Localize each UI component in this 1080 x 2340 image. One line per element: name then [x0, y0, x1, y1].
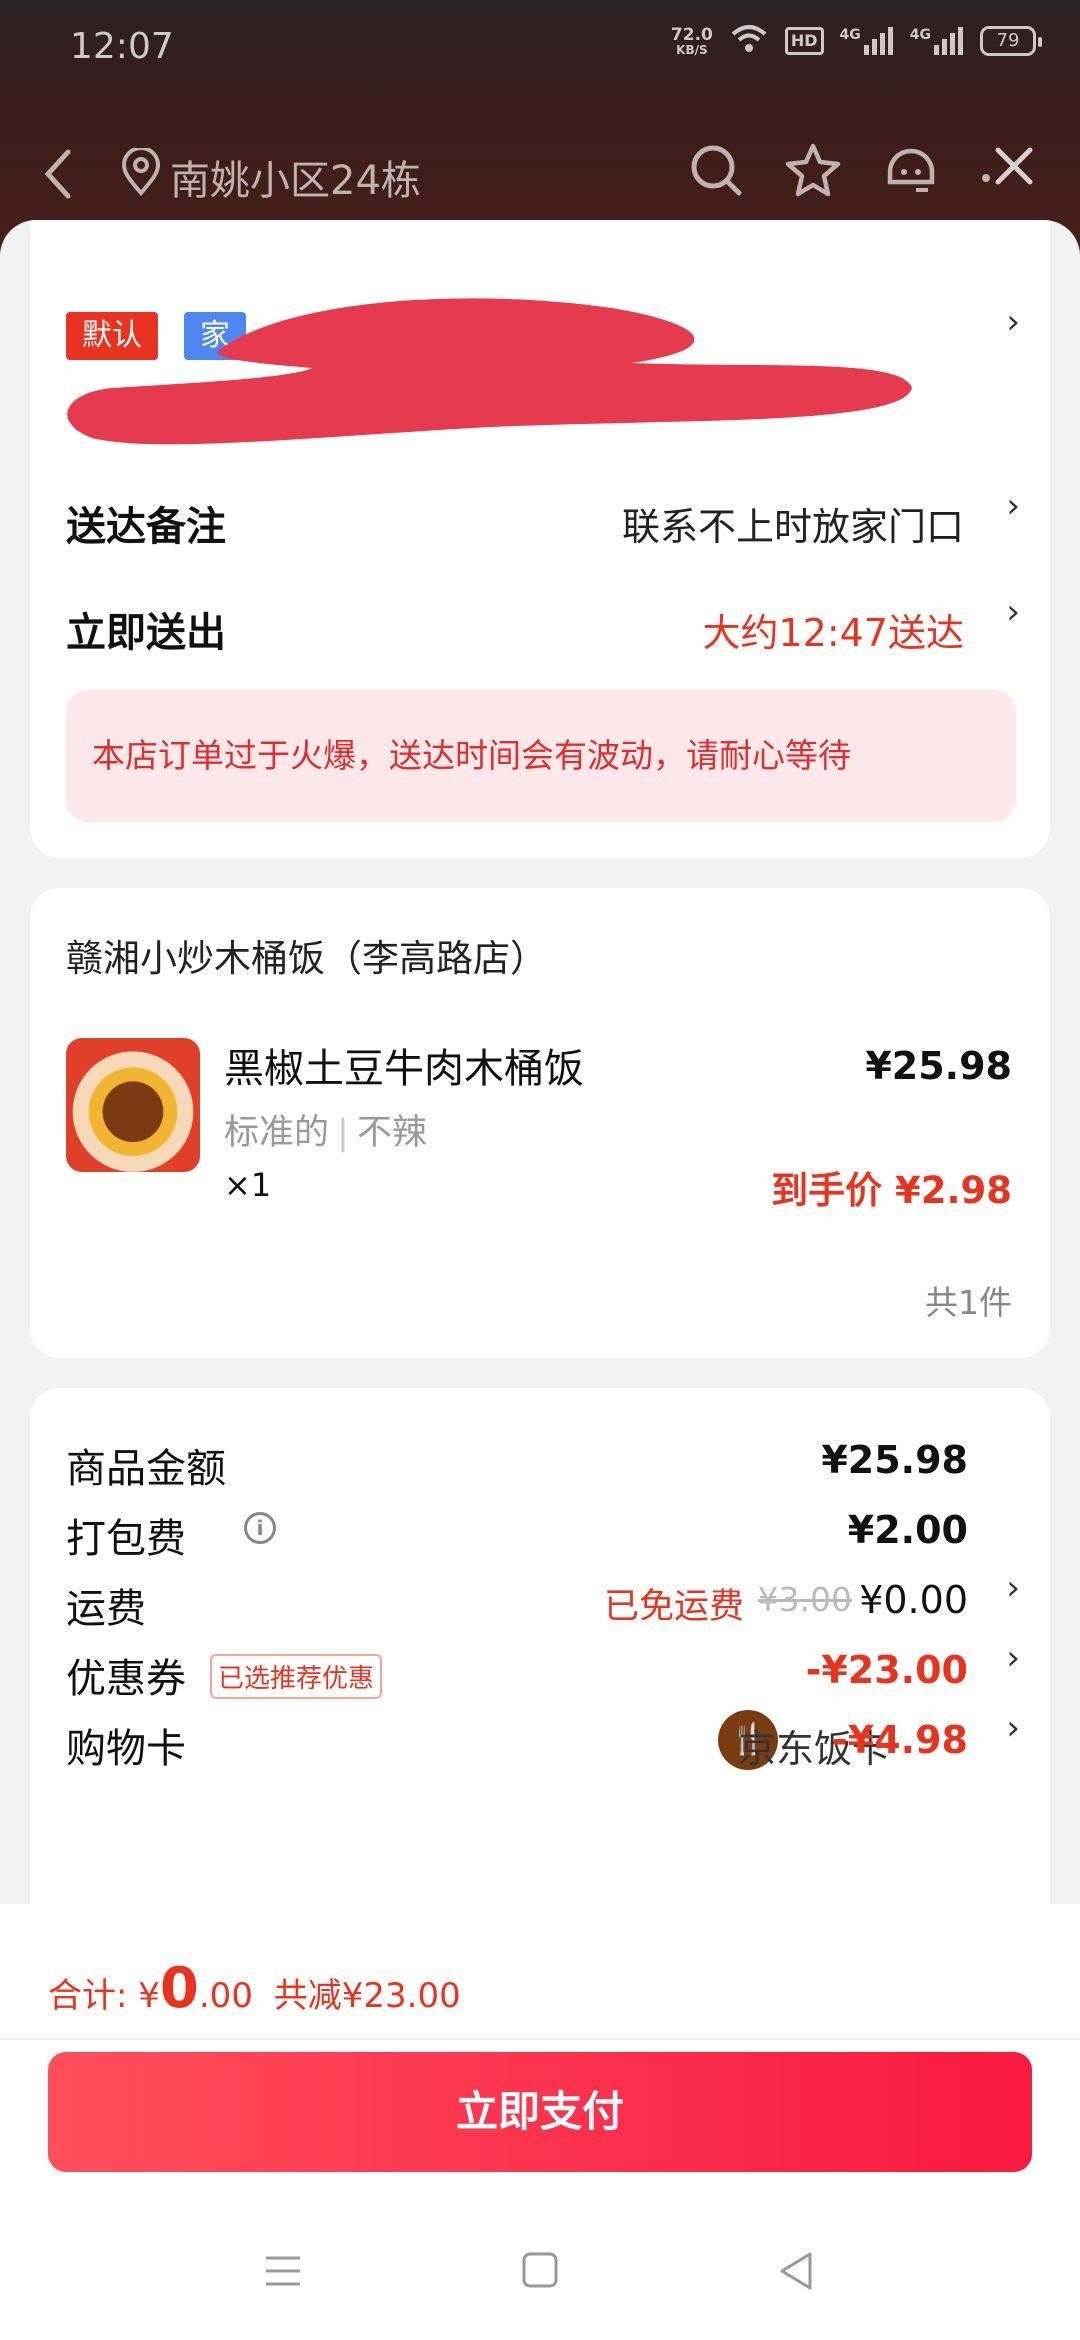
close-icon — [982, 147, 1033, 185]
busy-notice: 本店订单过于火爆，送达时间会有波动，请耐心等待 — [66, 690, 1016, 822]
delivery-note-chevron-icon[interactable]: › — [1006, 486, 1020, 526]
network-speed-value: 72.0 — [670, 25, 713, 45]
system-navigation-bar — [0, 2220, 1080, 2330]
coupon-value[interactable]: -¥23.00 — [806, 1648, 968, 1692]
store-name[interactable]: 赣湘小炒木桶饭（李高路店） — [66, 928, 547, 982]
delivery-note-label: 送达备注 — [66, 504, 226, 550]
wifi-icon — [729, 24, 769, 58]
info-icon[interactable]: i — [244, 1512, 276, 1544]
delivery-time-value[interactable]: 大约12:47送达 — [702, 602, 964, 657]
customer-service-icon[interactable] — [882, 142, 940, 202]
gift-card-value[interactable]: -¥4.98 — [832, 1718, 968, 1762]
more-close-icons[interactable] — [980, 144, 1040, 200]
goods-amount-value: ¥25.98 — [821, 1438, 968, 1482]
store-card: 赣湘小炒木桶饭（李高路店） 黑椒土豆牛肉木桶饭 ¥25.98 标准的 | 不辣 ×1… — [30, 888, 1050, 1358]
packing-fee-value: ¥2.00 — [847, 1508, 968, 1552]
nav-actions — [688, 142, 1040, 202]
location-pin-icon — [120, 146, 162, 206]
back-triangle-icon[interactable] — [776, 2250, 816, 2296]
divider — [0, 2038, 1080, 2040]
food-spec-1: 标准的 — [224, 1113, 330, 1153]
food-quantity: ×1 — [224, 1166, 272, 1204]
food-spec-2: 不辣 — [356, 1113, 427, 1153]
search-icon[interactable] — [688, 142, 744, 202]
total-saved: 共减¥23.00 — [273, 1976, 461, 2016]
food-price: ¥25.98 — [865, 1044, 1012, 1088]
signal-1-label: 4G — [839, 27, 861, 43]
delivery-time-chevron-icon[interactable]: › — [1006, 592, 1020, 632]
gift-card-chevron-icon[interactable]: › — [1006, 1708, 1020, 1748]
food-final-price: 到手价 ¥2.98 — [771, 1169, 1012, 1212]
network-speed: 72.0 KB/S — [671, 26, 713, 56]
menu-icon[interactable] — [262, 2250, 304, 2296]
total-decimal: .00 — [198, 1976, 253, 2016]
shipping-original-price: ¥3.00 — [757, 1580, 852, 1619]
address-card: 默认 家 › 送达备注 联系不上时放家门口 › 立即送出 大约12:47送达 ›… — [30, 220, 1050, 858]
total-prefix: 合计: ¥ — [48, 1976, 160, 2016]
network-speed-unit: KB/S — [676, 43, 708, 57]
signal-2-label: 4G — [909, 27, 931, 43]
shipping-fee-label: 运费 — [66, 1586, 146, 1632]
hd-icon: HD — [784, 27, 824, 55]
packing-fee-label: 打包费 — [66, 1516, 186, 1562]
item-count: 共1件 — [925, 1283, 1012, 1322]
delivery-note-value[interactable]: 联系不上时放家门口 — [622, 496, 964, 551]
food-image[interactable] — [66, 1038, 200, 1172]
shipping-free-note: 已免运费 — [603, 1587, 744, 1627]
food-spec: 标准的 | 不辣 — [224, 1104, 427, 1155]
coupon-label: 优惠券 — [66, 1656, 186, 1702]
shipping-chevron-icon[interactable]: › — [1006, 1568, 1020, 1608]
pay-now-button[interactable]: 立即支付 — [48, 2052, 1032, 2172]
battery-icon: 79 — [980, 26, 1042, 56]
top-navigation: 南姚小区24栋 — [0, 130, 1080, 220]
redacted-address[interactable] — [52, 278, 922, 468]
location-selector[interactable]: 南姚小区24栋 — [120, 146, 421, 206]
status-time: 12:07 — [70, 26, 174, 67]
status-bar: 12:07 72.0 KB/S HD 4G 4G 79 — [0, 0, 1080, 100]
coupon-chevron-icon[interactable]: › — [1006, 1638, 1020, 1678]
home-icon[interactable] — [520, 2250, 560, 2294]
signal-icon-1: 4G — [840, 27, 894, 55]
location-text: 南姚小区24栋 — [170, 158, 421, 204]
star-icon[interactable] — [784, 142, 842, 202]
address-chevron-icon[interactable]: › — [1006, 302, 1020, 342]
food-spec-separator: | — [337, 1113, 349, 1153]
coupon-badge: 已选推荐优惠 — [210, 1654, 383, 1699]
gift-card-label: 购物卡 — [66, 1726, 186, 1772]
delivery-time-label: 立即送出 — [66, 610, 226, 656]
status-icons: 72.0 KB/S HD 4G 4G 79 — [671, 24, 1042, 58]
goods-amount-label: 商品金额 — [66, 1446, 226, 1492]
food-title[interactable]: 黑椒土豆牛肉木桶饭 — [224, 1036, 584, 1094]
shipping-fee-value: ¥0.00 — [859, 1578, 968, 1622]
back-icon[interactable] — [40, 146, 76, 206]
signal-icon-2: 4G — [910, 27, 964, 55]
total-summary: 合计: ¥0.00 共减¥23.00 — [48, 1956, 461, 2021]
total-integer: 0 — [159, 1956, 199, 2021]
